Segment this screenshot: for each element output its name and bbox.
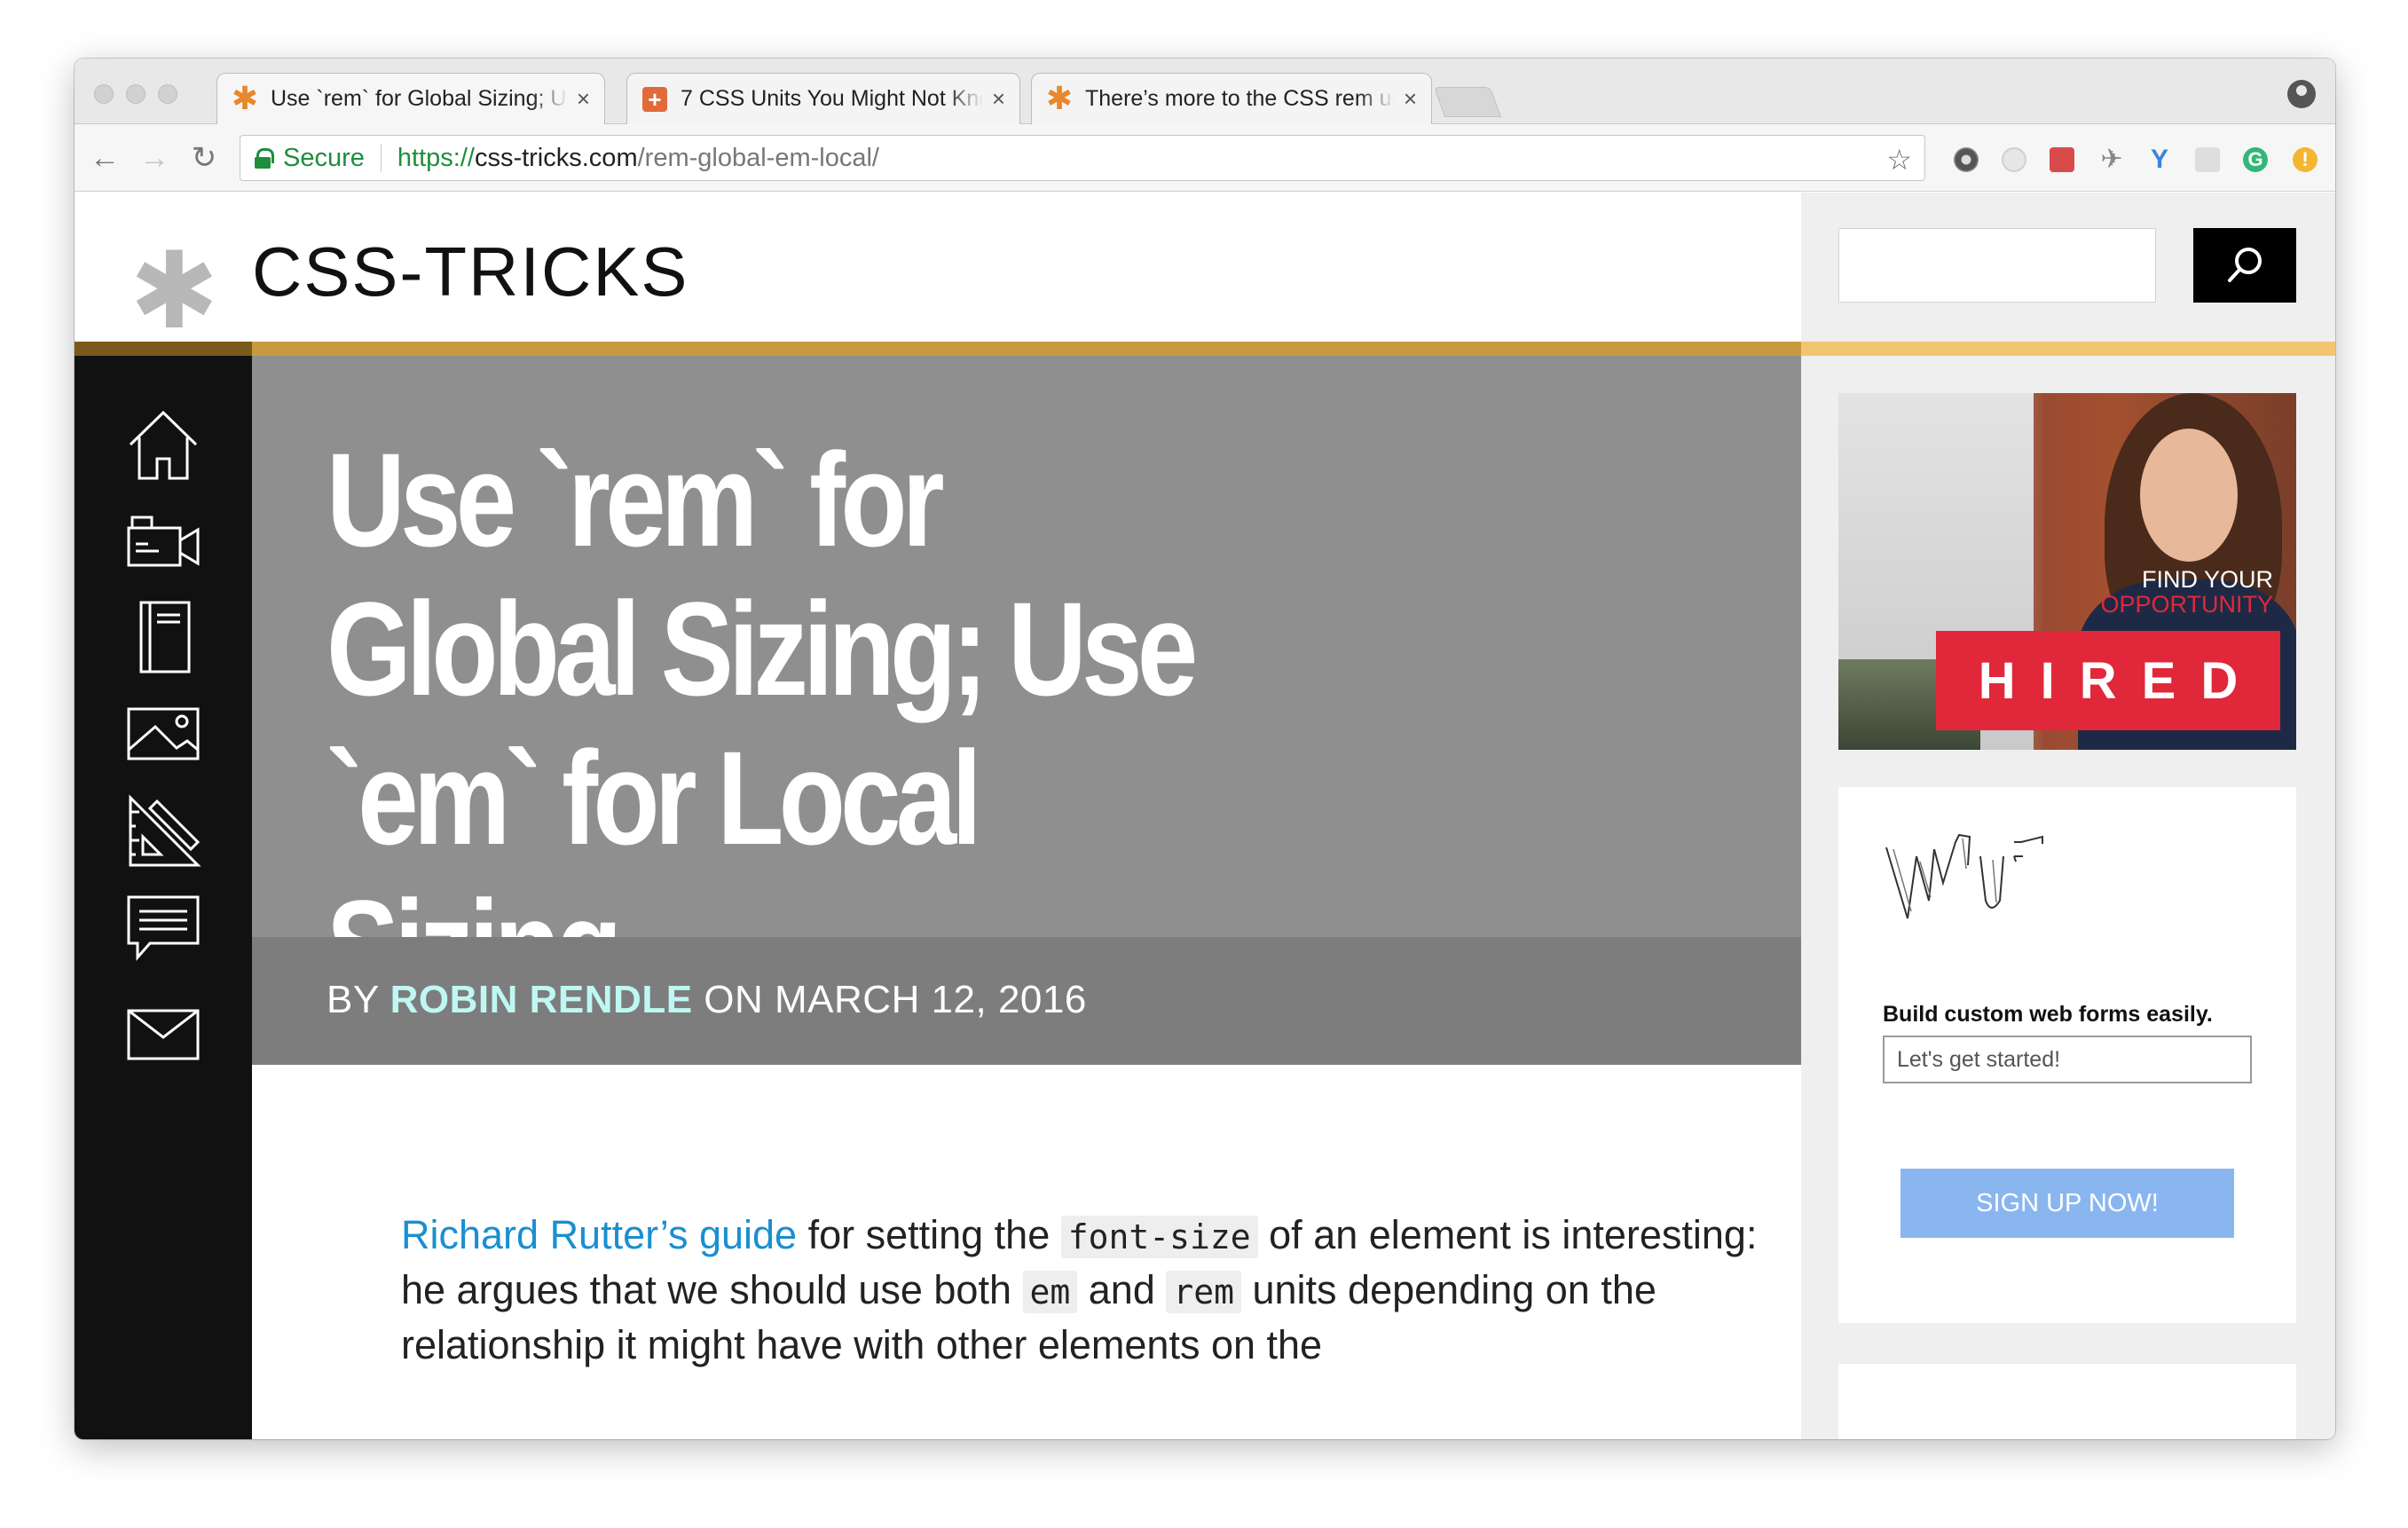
ad-line2: OPPORTUNITY [2100, 591, 2273, 618]
tab-2[interactable]: + 7 CSS Units You Might Not Know About × [626, 73, 1020, 124]
tab-close-icon[interactable]: × [992, 85, 1005, 113]
ad-tagline: FIND YOUR OPPORTUNITY [2100, 567, 2273, 617]
extension-grid-icon[interactable] [2195, 147, 2220, 172]
extension-pin-icon[interactable]: ✈ [2099, 146, 2124, 173]
bookmark-star-icon[interactable]: ☆ [1886, 143, 1912, 177]
forward-button[interactable]: → [137, 140, 172, 176]
address-bar[interactable]: Secure https://css-tricks.com/rem-global… [240, 135, 1925, 181]
next-sidebar-card [1838, 1364, 2296, 1439]
minimize-window-button[interactable] [126, 84, 146, 104]
left-nav [75, 356, 252, 1439]
asterisk-icon: ✱ [1045, 81, 1074, 117]
tab-title: 7 CSS Units You Might Not Know About [681, 86, 983, 111]
ad-person-face [2140, 429, 2238, 562]
signup-button[interactable]: SIGN UP NOW! [1900, 1169, 2234, 1238]
tab-title: There’s more to the CSS rem unit [1085, 86, 1395, 111]
right-sidebar: FIND YOUR OPPORTUNITY HIRED Build custom… [1801, 193, 2335, 1439]
video-icon[interactable] [123, 503, 203, 583]
body-text: and [1077, 1267, 1167, 1312]
form-ad-card: Build custom web forms easily. Let's get… [1838, 787, 2296, 1323]
separator [380, 144, 382, 172]
publish-date: MARCH 12, 2016 [775, 978, 1087, 1021]
extension-alert-icon[interactable]: ! [2293, 147, 2318, 172]
browser-toolbar: ← → ↻ Secure https://css-tricks.com/rem-… [75, 124, 2335, 192]
search-input[interactable] [1838, 228, 2156, 303]
search-button[interactable] [2193, 228, 2296, 303]
tab-bar: ✱ Use `rem` for Global Sizing; Use `em` … [75, 59, 2335, 124]
inline-code: em [1022, 1271, 1078, 1313]
reload-button[interactable]: ↻ [186, 140, 222, 176]
extension-grammarly-icon[interactable]: G [2243, 147, 2268, 172]
byline-on: ON [704, 978, 764, 1021]
zoom-window-button[interactable] [158, 84, 177, 104]
new-tab-button[interactable] [1433, 87, 1502, 117]
extension-y-icon[interactable]: Y [2147, 146, 2172, 173]
url-host: css-tricks.com [474, 143, 638, 172]
article-title: Use `rem` for Global Sizing; Use `em` fo… [327, 425, 1198, 1021]
inline-code: rem [1166, 1271, 1241, 1313]
article-hero: Use `rem` for Global Sizing; Use `em` fo… [252, 356, 1801, 1021]
tab-active[interactable]: ✱ Use `rem` for Global Sizing; Use `em` … [216, 73, 605, 124]
extension-lastpass-icon[interactable] [2050, 147, 2074, 172]
article-byline: BY ROBIN RENDLE ON MARCH 12, 2016 [252, 937, 1801, 1065]
back-button[interactable]: ← [87, 140, 122, 176]
url-scheme: https:// [397, 143, 475, 172]
article-paragraph: Richard Rutter’s guide for setting the f… [401, 1209, 1785, 1372]
secure-label: Secure [283, 143, 365, 172]
profile-icon[interactable] [2287, 80, 2316, 108]
accent-bar-dark [75, 342, 252, 356]
byline-text: BY ROBIN RENDLE ON MARCH 12, 2016 [327, 978, 1087, 1022]
ad-line1: FIND YOUR [2141, 566, 2273, 593]
almanac-icon[interactable] [123, 597, 203, 677]
browser-window: ✱ Use `rem` for Global Sizing; Use `em` … [75, 59, 2335, 1439]
home-icon[interactable] [123, 406, 203, 485]
byline-by: BY [327, 978, 379, 1021]
article-body: Richard Rutter’s guide for setting the f… [401, 1209, 1785, 1372]
ad-brand: HIRED [1936, 631, 2280, 730]
gallery-icon[interactable] [123, 693, 203, 773]
plus-icon: + [641, 86, 668, 113]
tab-3[interactable]: ✱ There’s more to the CSS rem unit × [1031, 73, 1432, 124]
forums-icon[interactable] [123, 886, 203, 966]
url-path: /rem-global-em-local/ [637, 143, 879, 172]
site-logo[interactable]: CSS-TRICKS [252, 232, 689, 312]
search-icon [2228, 248, 2262, 282]
extension-light-icon[interactable] [2002, 147, 2026, 172]
tab-title: Use `rem` for Global Sizing; Use `em` fo… [271, 86, 568, 111]
accent-bar-light [1801, 342, 2335, 356]
form-input[interactable]: Let's get started! [1883, 1036, 2252, 1083]
lock-icon [255, 148, 274, 169]
inline-code: font-size [1060, 1216, 1258, 1258]
hired-ad[interactable]: FIND YOUR OPPORTUNITY HIRED [1838, 393, 2296, 750]
body-text: for setting the [797, 1212, 1061, 1257]
wufoo-logo [1885, 833, 2043, 919]
guides-icon[interactable] [123, 791, 203, 870]
site-header: ✱ CSS-TRICKS [75, 193, 1801, 345]
web-page: ✱ CSS-TRICKS FIND YOUR OPPORTUNITY HIRED… [75, 193, 2335, 1439]
close-window-button[interactable] [94, 84, 114, 104]
extension-chrome-icon[interactable] [1954, 147, 1979, 172]
tab-close-icon[interactable]: × [577, 85, 590, 113]
accent-bar [75, 342, 2335, 356]
form-title: Build custom web forms easily. [1883, 1002, 2213, 1027]
logo-asterisk-icon[interactable]: ✱ [130, 239, 219, 345]
mail-icon[interactable] [123, 996, 203, 1076]
guide-link[interactable]: Richard Rutter’s guide [401, 1212, 797, 1257]
asterisk-icon: ✱ [231, 81, 259, 117]
author-link[interactable]: ROBIN RENDLE [390, 978, 693, 1021]
tab-close-icon[interactable]: × [1404, 85, 1417, 113]
